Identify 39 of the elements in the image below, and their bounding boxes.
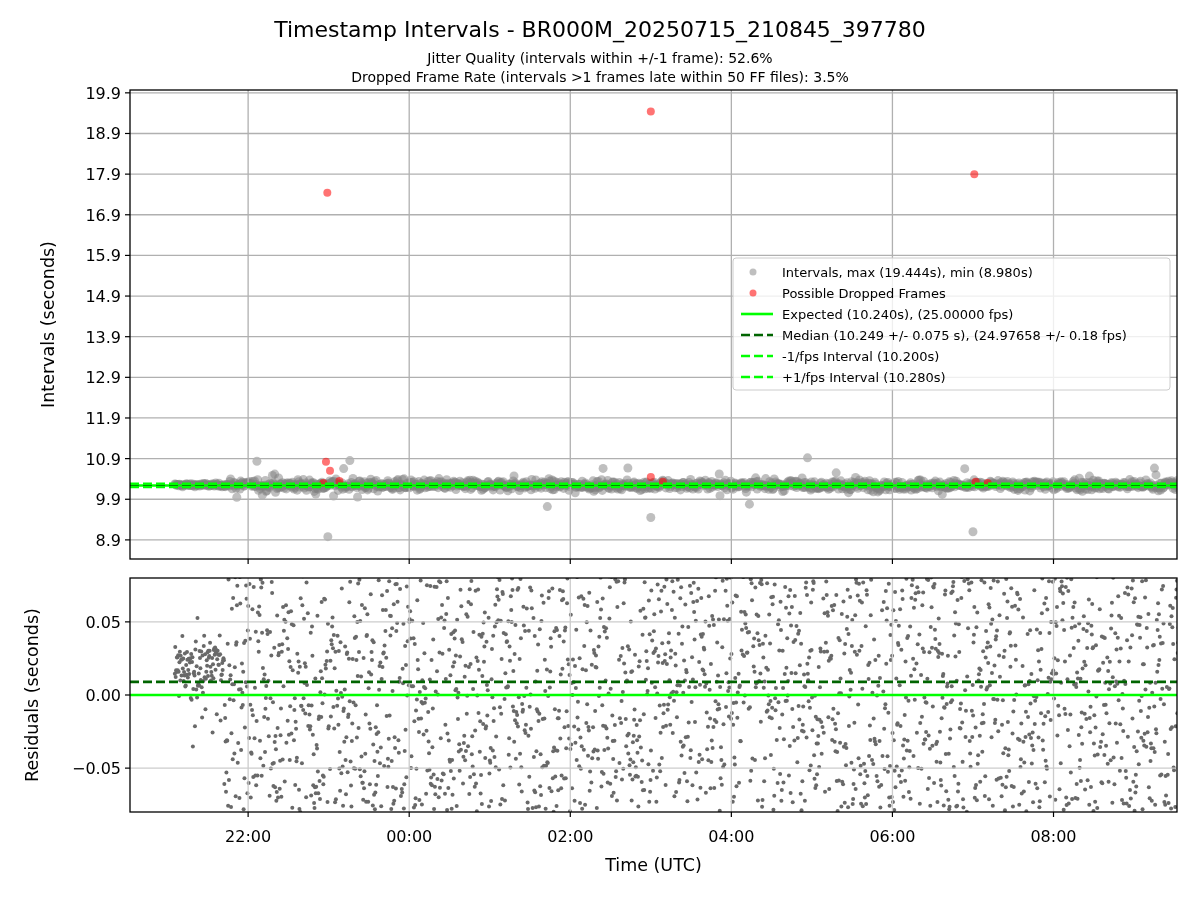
legend-label: Possible Dropped Frames [782, 285, 946, 301]
x-axis-tick-label: 08:00 [1030, 827, 1077, 846]
y-axis-tick-label: 15.9 [85, 246, 121, 266]
y-axis-tick-label: 17.9 [85, 165, 121, 185]
point [646, 107, 655, 116]
x-axis-tick-label: 22:00 [225, 827, 272, 846]
y-axis-label: Intervals (seconds) [38, 241, 58, 408]
y-axis-tick-label: 12.9 [85, 368, 121, 388]
y-axis-tick-label: 16.9 [85, 205, 121, 225]
chart-title: Timestamp Intervals - BR000M_20250715_210845_397780 [274, 17, 926, 42]
legend-label: Intervals, max (19.444s), min (8.980s) [782, 264, 1033, 280]
chart-subtitle: Jitter Quality (intervals within +/-1 frame): 52.6% [427, 50, 773, 66]
point [321, 457, 330, 466]
y-axis-tick-label: 0.05 [85, 612, 121, 632]
chart-subtitle: Dropped Frame Rate (intervals >1 frames late within 50 FF files): 3.5% [351, 69, 849, 85]
y-axis-tick-label: 8.9 [95, 530, 121, 550]
x-axis-tick-label: 04:00 [708, 827, 755, 846]
legend-label: Median (10.249 +/- 0.075 s), (24.97658 +/- 0.18 fps) [782, 327, 1127, 343]
point [970, 170, 979, 179]
legend-label: -1/fps Interval (10.200s) [782, 348, 940, 364]
y-axis-tick-label: 10.9 [85, 449, 121, 469]
x-axis-tick-label: 02:00 [547, 827, 594, 846]
y-axis-tick-label: 14.9 [85, 287, 121, 307]
point [646, 472, 655, 481]
y-axis-tick-label: −0.05 [71, 759, 121, 779]
y-axis-label: Residuals (seconds) [22, 608, 42, 782]
x-axis-tick-label: 06:00 [869, 827, 916, 846]
y-axis-tick-label: 19.9 [85, 83, 121, 103]
legend-label: Expected (10.240s), (25.00000 fps) [782, 306, 1014, 322]
legend-label: +1/fps Interval (10.280s) [782, 369, 946, 385]
x-axis-tick-label: 00:00 [386, 827, 433, 846]
y-axis-tick-label: 9.9 [95, 490, 121, 510]
y-axis-tick-label: 18.9 [85, 124, 121, 144]
point [326, 466, 334, 475]
y-axis-tick-label: 11.9 [85, 408, 121, 428]
point [323, 188, 332, 197]
y-axis-tick-label: 13.9 [85, 327, 121, 347]
x-axis-label: Time (UTC) [605, 855, 702, 875]
y-axis-tick-label: 0.00 [85, 686, 121, 705]
